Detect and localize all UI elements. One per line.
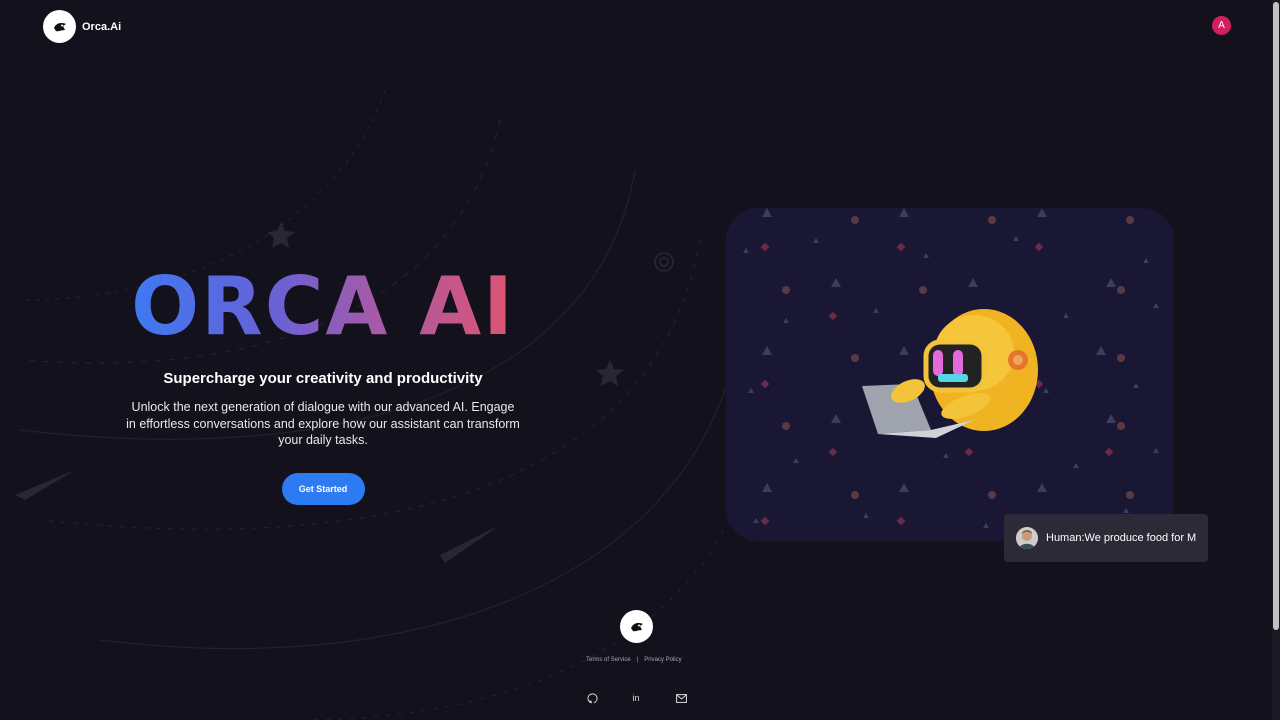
orca-logo-icon	[43, 10, 76, 43]
hero-title: ORCA AI	[120, 262, 526, 352]
chat-preview-text: Human:We produce food for M	[1046, 532, 1197, 544]
github-icon[interactable]	[586, 692, 598, 704]
robot-illustration	[726, 208, 1174, 541]
user-avatar[interactable]: A	[1212, 16, 1231, 35]
linkedin-icon[interactable]: in	[630, 692, 642, 704]
confetti-pattern	[743, 208, 1159, 528]
mail-icon[interactable]	[675, 692, 687, 704]
terms-of-service-link[interactable]: Terms of Service	[586, 657, 631, 663]
footer-logo[interactable]	[620, 610, 653, 643]
brand-logo[interactable]: Orca.Ai	[43, 10, 121, 43]
top-navbar: Orca.Ai A	[0, 0, 1280, 50]
robot-character	[862, 309, 1038, 438]
brand-name: Orca.Ai	[82, 20, 122, 33]
footer-links: Terms of Service | Privacy Policy	[586, 657, 682, 663]
scrollbar-thumb[interactable]	[1273, 2, 1279, 630]
footer-separator: |	[636, 657, 639, 663]
hero-description: Unlock the next generation of dialogue w…	[126, 400, 520, 448]
vertical-scrollbar[interactable]	[1272, 0, 1280, 720]
get-started-button[interactable]: Get Started	[281, 472, 365, 505]
user-photo-avatar	[1016, 527, 1038, 549]
privacy-policy-link[interactable]: Privacy Policy	[644, 657, 681, 663]
chat-preview-bubble[interactable]: Human:We produce food for M	[1004, 514, 1208, 562]
hero-subtitle: Supercharge your creativity and producti…	[163, 370, 483, 387]
orca-logo-icon	[630, 622, 643, 631]
hero-section: ORCA AI Supercharge your creativity and …	[120, 262, 526, 505]
